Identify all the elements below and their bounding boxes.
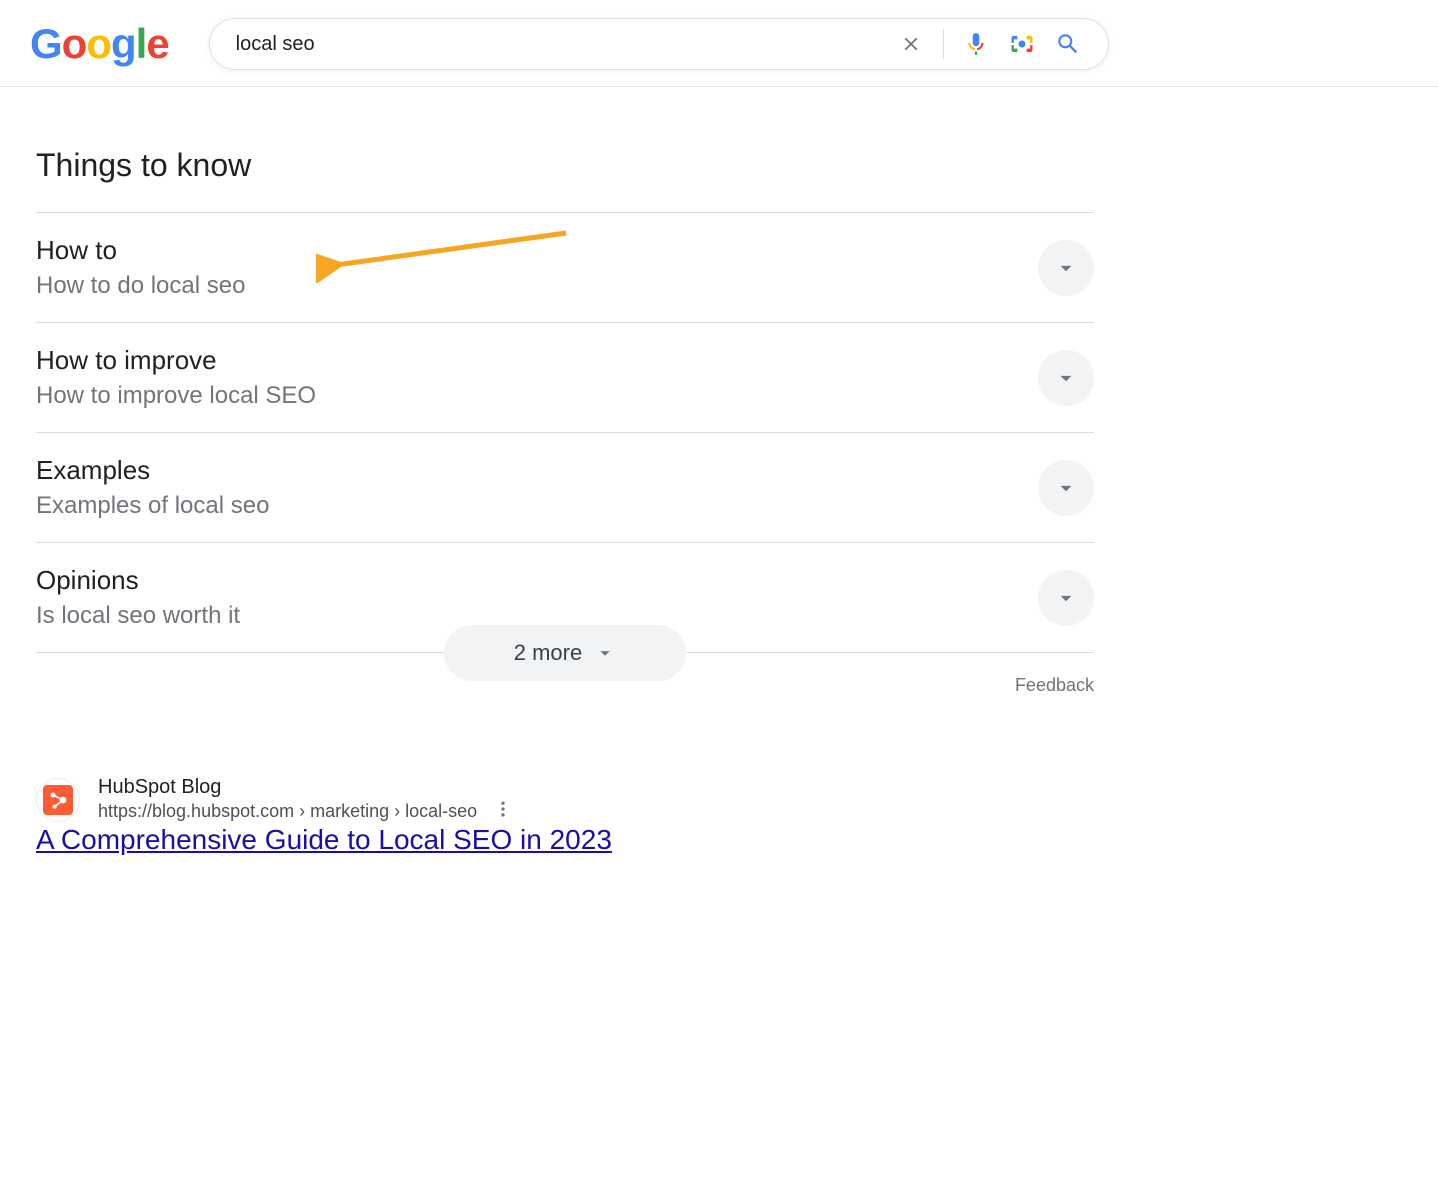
show-more-button[interactable]: 2 more [444, 625, 686, 681]
ttk-item-subtitle: Examples of local seo [36, 492, 269, 520]
ttk-item-examples[interactable]: Examples Examples of local seo [36, 432, 1094, 542]
ttk-item-subtitle: Is local seo worth it [36, 602, 240, 630]
voice-search-icon[interactable] [962, 30, 990, 58]
chevron-down-icon[interactable] [1038, 570, 1094, 626]
ttk-more-row: 2 more [36, 652, 1094, 653]
image-search-icon[interactable] [1008, 30, 1036, 58]
result-favicon [36, 778, 80, 822]
ttk-item-subtitle: How to do local seo [36, 272, 245, 300]
annotation-arrow-icon [316, 223, 576, 283]
ttk-item-how-to[interactable]: How to How to do local seo [36, 212, 1094, 322]
result-breadcrumb: https://blog.hubspot.com › marketing › l… [98, 801, 477, 822]
search-header: Google [0, 0, 1438, 87]
search-actions [897, 29, 1100, 59]
show-more-label: 2 more [514, 640, 582, 666]
hubspot-logo-icon [43, 785, 73, 815]
result-title-link[interactable]: A Comprehensive Guide to Local SEO in 20… [36, 824, 612, 855]
search-input[interactable] [236, 33, 897, 56]
chevron-down-icon[interactable] [1038, 460, 1094, 516]
ttk-item-title: How to [36, 235, 245, 266]
search-result: HubSpot Blog https://blog.hubspot.com › … [36, 776, 1094, 856]
ttk-item-title: Examples [36, 455, 269, 486]
google-logo[interactable]: Google [30, 20, 169, 68]
result-site-name: HubSpot Blog [98, 776, 513, 799]
ttk-item-how-to-improve[interactable]: How to improve How to improve local SEO [36, 322, 1094, 432]
results-area: Things to know How to How to do local se… [0, 87, 1130, 886]
search-icon[interactable] [1054, 30, 1082, 58]
result-menu-icon[interactable] [493, 799, 513, 824]
ttk-item-title: Opinions [36, 565, 240, 596]
chevron-down-icon[interactable] [1038, 350, 1094, 406]
chevron-down-icon[interactable] [1038, 240, 1094, 296]
things-to-know-heading: Things to know [36, 147, 1094, 184]
chevron-down-icon [594, 642, 616, 664]
search-bar [209, 18, 1109, 70]
ttk-item-title: How to improve [36, 345, 316, 376]
clear-icon[interactable] [897, 30, 925, 58]
divider [943, 29, 944, 59]
ttk-item-subtitle: How to improve local SEO [36, 382, 316, 410]
